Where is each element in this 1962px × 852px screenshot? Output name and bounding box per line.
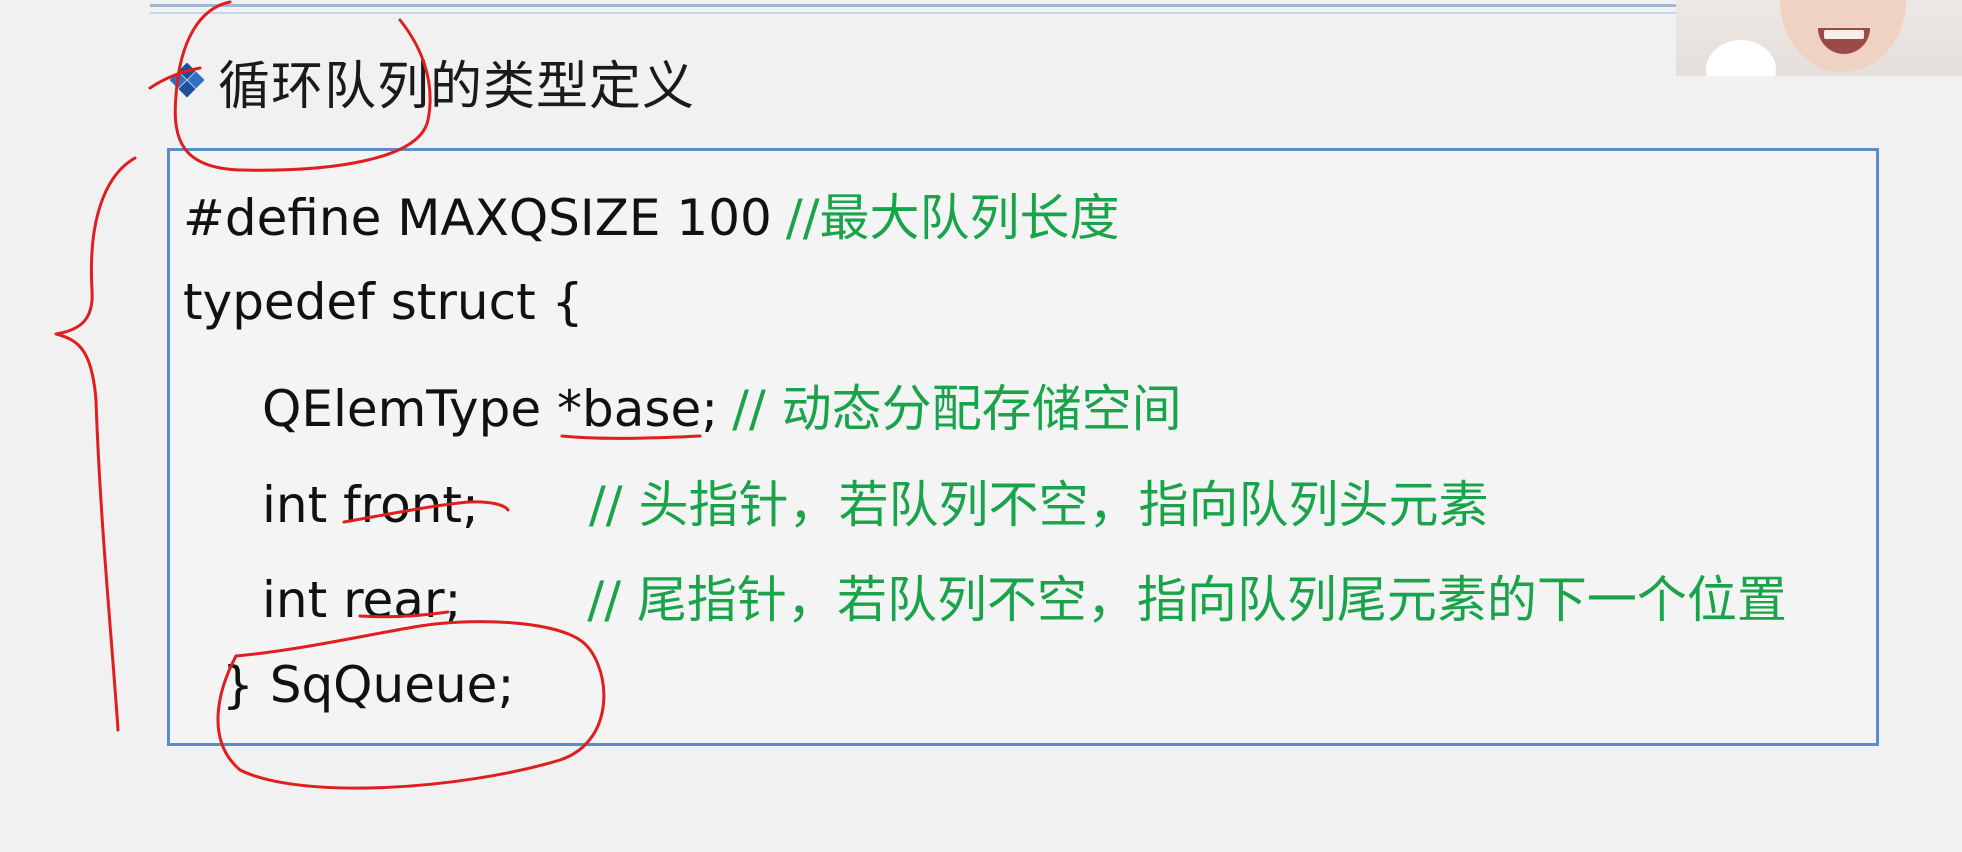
code-text: int front;	[262, 476, 479, 534]
code-line-rear: int rear; // 尾指针，若队列不空，指向队列尾元素的下一个位置	[262, 560, 1787, 632]
code-line-front: int front; // 头指针，若队列不空，指向队列头元素	[262, 465, 1488, 537]
code-text: typedef struct {	[183, 273, 584, 331]
code-line-typedef: typedef struct {	[183, 273, 583, 331]
code-line-define: #define MAXQSIZE 100//最大队列长度	[183, 178, 1120, 250]
code-text: int rear;	[262, 571, 462, 629]
presenter-teeth	[1824, 30, 1864, 39]
presenter-shoulder	[1706, 40, 1776, 76]
slide-heading: 循环队列的类型定义	[170, 46, 696, 117]
code-comment: // 动态分配存储空间	[732, 380, 1182, 438]
code-comment: // 头指针，若队列不空，指向队列头元素	[588, 476, 1489, 534]
top-rule-secondary	[150, 12, 1680, 14]
slide: 循环队列的类型定义 #define MAXQSIZE 100//最大队列长度 t…	[0, 0, 1962, 852]
code-text: QElemType *base;	[262, 380, 719, 438]
code-comment: //最大队列长度	[785, 189, 1120, 247]
code-line-sqqueue: } SqQueue;	[222, 656, 514, 714]
webcam-overlay	[1676, 0, 1962, 76]
diamond-bullet-icon	[170, 63, 205, 98]
code-comment: // 尾指针，若队列不空，指向队列尾元素的下一个位置	[587, 571, 1787, 629]
annotation-left-brace	[54, 156, 137, 732]
page-title: 循环队列的类型定义	[218, 56, 696, 117]
code-text: #define MAXQSIZE 100	[183, 189, 772, 247]
code-line-base: QElemType *base;// 动态分配存储空间	[262, 369, 1182, 441]
code-text: } SqQueue;	[222, 656, 515, 714]
top-rule	[150, 4, 1680, 7]
